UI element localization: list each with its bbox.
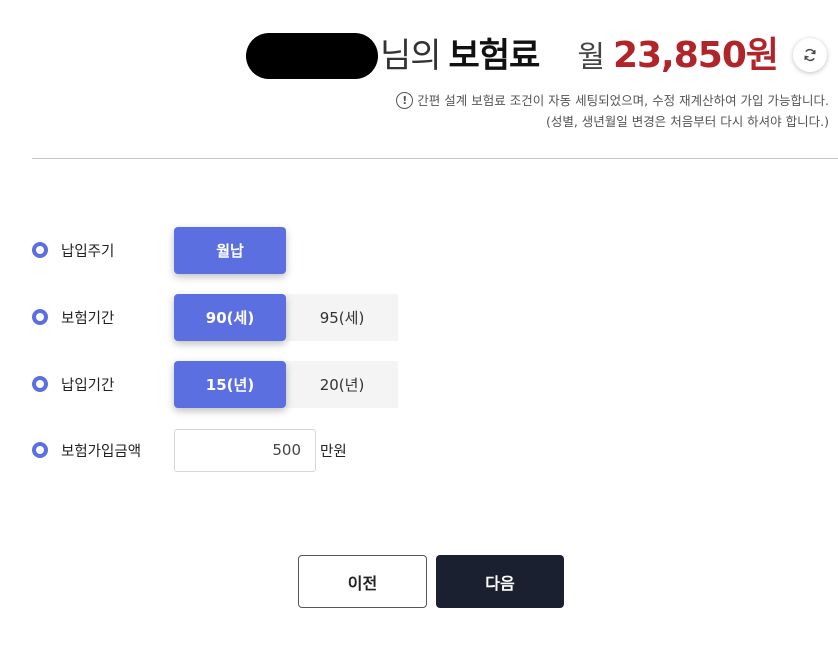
next-button[interactable]: 다음 <box>436 555 564 608</box>
divider <box>32 158 838 159</box>
payment-cycle-options: 월납 <box>174 226 286 274</box>
exclamation-circle-icon: ! <box>396 92 414 109</box>
premium-amount: 23,850원 <box>612 35 779 76</box>
row-marker-icon <box>32 442 48 458</box>
coverage-unit-label: 만원 <box>320 443 347 460</box>
coverage-amount-label: 보험가입금액 <box>61 443 142 460</box>
payment-period-label: 납입기간 <box>61 377 115 394</box>
payment-period-row: 납입기간 15(년) 20(년) <box>32 360 792 408</box>
notice-text-2: (성별, 생년월일 변경은 처음부터 다시 하셔야 합니다.) <box>545 114 829 129</box>
monthly-label: 월 <box>577 40 605 75</box>
insurance-period-option-90[interactable]: 90(세) <box>174 293 286 341</box>
payment-cycle-row: 납입주기 월납 <box>32 226 792 274</box>
coverage-amount-row: 보험가입금액 만원 <box>32 426 792 474</box>
row-marker-icon <box>32 242 48 258</box>
insurance-period-option-95[interactable]: 95(세) <box>286 293 398 341</box>
insurance-period-options: 90(세) 95(세) <box>174 293 398 341</box>
row-marker-icon <box>32 376 48 392</box>
notice-line-2: (성별, 생년월일 변경은 처음부터 다시 하셔야 합니다.) <box>396 111 829 132</box>
premium-title: 보험료 <box>448 36 541 76</box>
insurance-period-row: 보험기간 90(세) 95(세) <box>32 293 792 341</box>
refresh-button[interactable] <box>793 38 827 72</box>
notice-text-1: 간편 설계 보험료 조건이 자동 세팅되었으며, 수정 재계산하여 가입 가능합… <box>417 93 829 108</box>
insurance-period-label: 보험기간 <box>61 310 115 327</box>
notice: ! 간편 설계 보험료 조건이 자동 세팅되었으며, 수정 재계산하여 가입 가… <box>396 90 829 132</box>
notice-line-1: ! 간편 설계 보험료 조건이 자동 세팅되었으며, 수정 재계산하여 가입 가… <box>396 90 829 111</box>
premium-calculator-page: 님의 보험료 월 23,850원 ! 간편 설계 보험료 조건이 자동 세팅되었… <box>0 0 838 660</box>
refresh-icon <box>804 49 816 61</box>
name-suffix: 님의 <box>379 36 442 76</box>
redacted-customer-name <box>245 33 378 79</box>
coverage-amount-input[interactable] <box>174 428 316 472</box>
prev-button[interactable]: 이전 <box>298 555 427 608</box>
payment-cycle-option-monthly[interactable]: 월납 <box>174 226 286 274</box>
payment-period-option-20[interactable]: 20(년) <box>286 360 398 408</box>
row-marker-icon <box>32 309 48 325</box>
payment-period-options: 15(년) 20(년) <box>174 360 398 408</box>
premium-header: 님의 보험료 월 23,850원 <box>245 26 779 79</box>
payment-cycle-label: 납입주기 <box>61 243 115 260</box>
payment-period-option-15[interactable]: 15(년) <box>174 360 286 408</box>
